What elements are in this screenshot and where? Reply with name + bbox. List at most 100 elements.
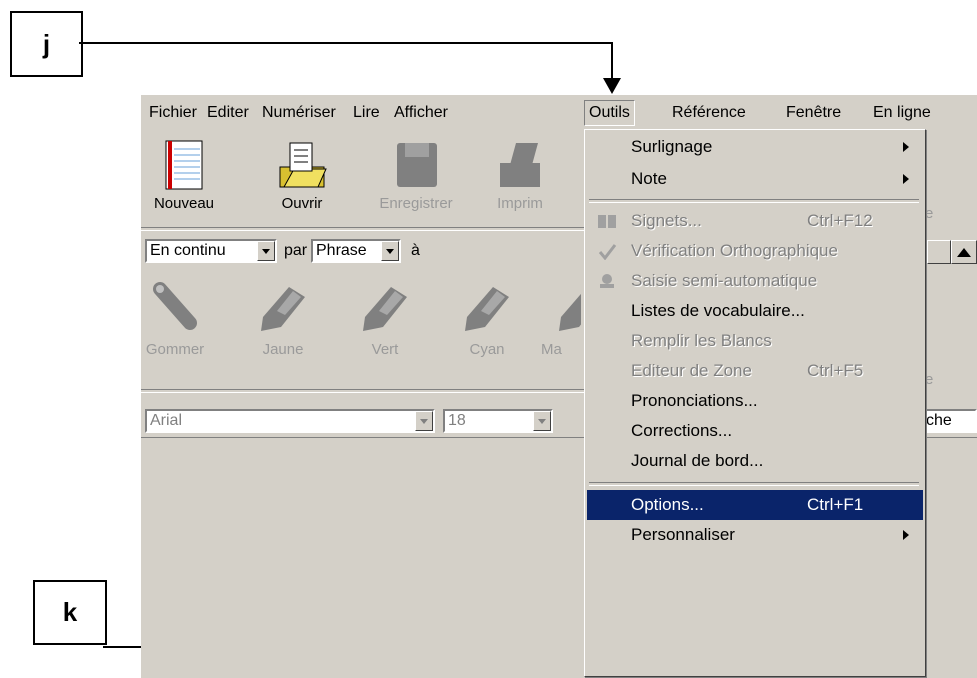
- partial-toolbar-label: e: [925, 205, 934, 222]
- menu-afficher[interactable]: Afficher: [390, 102, 452, 124]
- open-label: Ouvrir: [281, 195, 323, 212]
- menu-item-journal[interactable]: Journal de bord...: [587, 446, 923, 476]
- menu-item-label: Listes de vocabulaire...: [631, 301, 805, 320]
- chevron-down-icon[interactable]: [533, 411, 551, 431]
- submenu-arrow-icon: [903, 174, 909, 184]
- menu-item-label: Personnaliser: [631, 525, 735, 544]
- save-button[interactable]: Enregistrer: [373, 139, 459, 212]
- printer-icon: [500, 143, 540, 187]
- callout-k-label: k: [62, 597, 78, 627]
- scroll-up-button[interactable]: [951, 240, 977, 264]
- outils-dropdown-menu: Surlignage Note Signets... Ctrl+F12 Vérif…: [584, 129, 926, 677]
- menu-item-prononciations[interactable]: Prononciations...: [587, 386, 923, 416]
- par-label: par: [284, 242, 308, 259]
- search-field-value: che: [926, 412, 952, 429]
- notebook-icon: [165, 140, 203, 190]
- menu-item-shortcut: Ctrl+F5: [807, 361, 864, 380]
- spellcheck-icon: [598, 244, 617, 260]
- erase-button[interactable]: Gommer: [145, 281, 205, 358]
- floppy-disk-icon: [397, 143, 437, 187]
- menu-item-corrections[interactable]: Corrections...: [587, 416, 923, 446]
- callout-j: j: [10, 11, 83, 77]
- yellow-label: Jaune: [262, 341, 304, 358]
- toolbar-separator: [141, 389, 586, 393]
- chevron-down-icon[interactable]: [257, 241, 275, 261]
- menu-item-shortcut: Ctrl+F12: [807, 211, 873, 230]
- triangle-up-icon: [957, 248, 971, 257]
- menu-bar: Fichier Editer Numériser Lire Afficher O…: [141, 95, 977, 131]
- autocomplete-icon: [600, 274, 614, 288]
- menu-separator: [589, 482, 919, 486]
- menu-item-verification[interactable]: Vérification Orthographique: [587, 236, 923, 266]
- callout-j-label: j: [42, 28, 51, 59]
- book-icon: [598, 215, 616, 228]
- menu-en-ligne[interactable]: En ligne: [869, 102, 935, 124]
- menu-item-signets[interactable]: Signets... Ctrl+F12: [587, 206, 923, 236]
- callout-j-line: [79, 42, 612, 44]
- highlighter-icon: [559, 293, 581, 331]
- menu-fenetre[interactable]: Fenêtre: [782, 102, 845, 124]
- menu-item-label: Options...: [631, 495, 704, 514]
- reading-mode-value: En continu: [150, 242, 226, 259]
- reading-unit-select[interactable]: Phrase: [311, 239, 401, 263]
- cyan-label: Cyan: [469, 341, 505, 358]
- menu-item-options[interactable]: Options... Ctrl+F1: [587, 490, 923, 520]
- menu-item-label: Editeur de Zone: [631, 361, 752, 380]
- menu-item-label: Vérification Orthographique: [631, 241, 838, 260]
- eraser-pen-icon: [153, 282, 197, 330]
- callout-j-arrowhead: [603, 78, 621, 94]
- erase-label: Gommer: [145, 341, 205, 358]
- green-highlighter-button[interactable]: Vert: [355, 281, 415, 358]
- menu-item-editeur-zone[interactable]: Editeur de Zone Ctrl+F5: [587, 356, 923, 386]
- submenu-arrow-icon: [903, 530, 909, 540]
- menu-item-shortcut: Ctrl+F1: [807, 495, 864, 514]
- menu-item-label: Prononciations...: [631, 391, 758, 410]
- menu-item-listes[interactable]: Listes de vocabulaire...: [587, 296, 923, 326]
- print-label: Imprim: [497, 195, 543, 212]
- menu-item-label: Signets...: [631, 211, 702, 230]
- toolbar-separator: [141, 227, 586, 231]
- font-family-select[interactable]: Arial: [145, 409, 435, 433]
- reading-unit-value: Phrase: [316, 242, 367, 259]
- menu-item-label: Saisie semi-automatique: [631, 271, 818, 290]
- save-label: Enregistrer: [379, 195, 453, 212]
- menu-item-label: Note: [631, 169, 667, 188]
- magenta-label: Ma: [541, 341, 562, 358]
- callout-k: k: [33, 580, 107, 645]
- a-label: à: [411, 242, 420, 259]
- new-label: Nouveau: [153, 195, 215, 212]
- font-size-select[interactable]: 18: [443, 409, 553, 433]
- magenta-highlighter-button[interactable]: Ma: [533, 281, 581, 358]
- menu-item-note[interactable]: Note: [587, 164, 923, 194]
- submenu-arrow-icon: [903, 142, 909, 152]
- yellow-highlighter-button[interactable]: Jaune: [253, 281, 313, 358]
- cyan-highlighter-button[interactable]: Cyan: [457, 281, 517, 358]
- chevron-down-icon[interactable]: [381, 241, 399, 261]
- open-button[interactable]: Ouvrir: [267, 139, 337, 212]
- menu-item-remplir[interactable]: Remplir les Blancs: [587, 326, 923, 356]
- chevron-down-icon[interactable]: [415, 411, 433, 431]
- menu-item-label: Corrections...: [631, 421, 733, 440]
- menu-reference[interactable]: Référence: [668, 102, 750, 124]
- menu-numeriser[interactable]: Numériser: [258, 102, 340, 124]
- menu-outils[interactable]: Outils: [584, 100, 635, 126]
- menu-separator: [589, 199, 919, 203]
- menu-editer[interactable]: Editer: [203, 102, 253, 124]
- search-field[interactable]: che: [921, 409, 977, 433]
- menu-item-label: Remplir les Blancs: [631, 331, 772, 350]
- highlighter-icon: [363, 287, 407, 331]
- menu-item-label: Journal de bord...: [631, 451, 764, 470]
- menu-item-personnaliser[interactable]: Personnaliser: [587, 520, 923, 550]
- scroll-down-button[interactable]: [927, 240, 951, 264]
- menu-lire[interactable]: Lire: [349, 102, 384, 124]
- new-button[interactable]: Nouveau: [147, 139, 221, 212]
- callout-j-line-down: [611, 42, 613, 82]
- menu-fichier[interactable]: Fichier: [145, 102, 201, 124]
- menu-item-saisie[interactable]: Saisie semi-automatique: [587, 266, 923, 296]
- green-label: Vert: [371, 341, 399, 358]
- font-family-value: Arial: [150, 412, 183, 429]
- open-folder-icon: [279, 142, 327, 188]
- print-button[interactable]: Imprim: [475, 139, 565, 212]
- menu-item-surlignage[interactable]: Surlignage: [587, 132, 923, 162]
- reading-mode-select[interactable]: En continu: [145, 239, 277, 263]
